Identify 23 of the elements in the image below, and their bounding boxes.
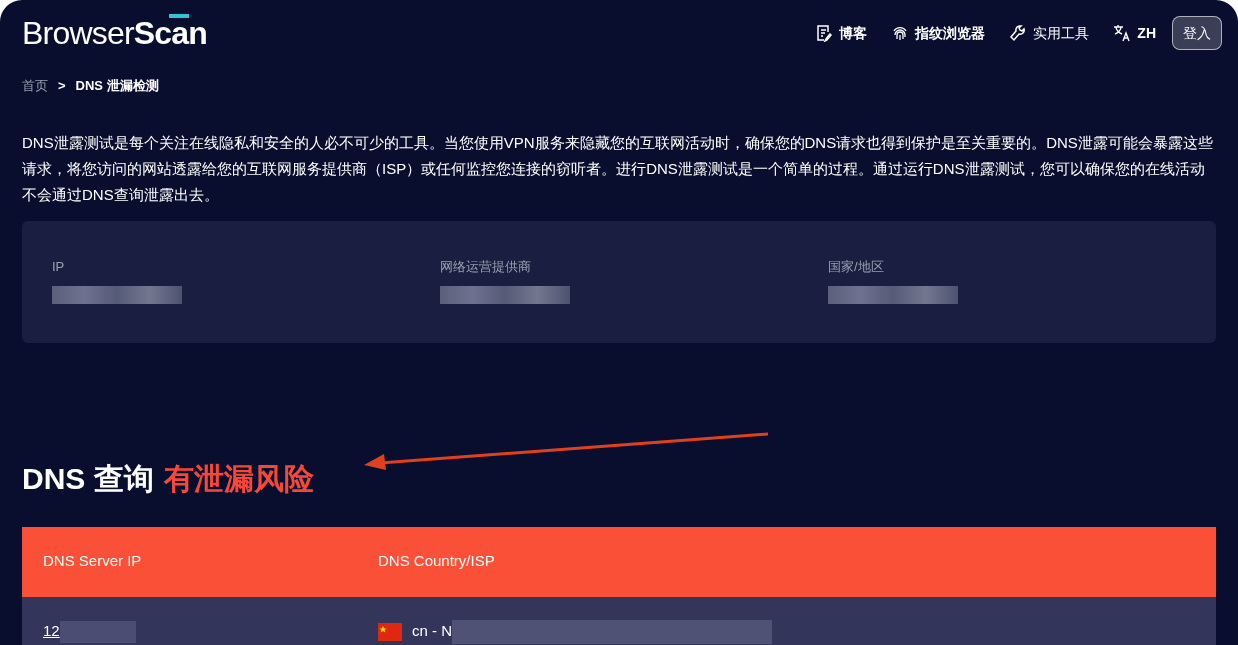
- wrench-icon: [1009, 24, 1028, 42]
- nav-link[interactable]: ZH: [1113, 22, 1156, 44]
- field-label: 网络运营提供商: [440, 257, 532, 276]
- logo[interactable]: BrowserScan: [22, 17, 208, 49]
- nav-link[interactable]: 指纹浏览器: [891, 22, 986, 44]
- field-label: IP: [52, 257, 66, 276]
- intro-paragraph: DNS泄露测试是每个关注在线隐私和安全的人必不可少的工具。当您使用VPN服务来隐藏您的互联网活动时，确保您的DNS请求也得到保护是至关重要的。DNS泄露可能会暴露这些请求，将您访问的网站透露给您的互联网服务提供商（ISP）或任何监控您连接的窃听者。进行DNS泄露测试是一个简单的过程。通过运行DNS泄露测试，您可以确保您的在线活动不会通过DNS查询泄露出去。: [21, 132, 1214, 205]
- flag-icon: [378, 622, 402, 641]
- breadcrumb-item[interactable]: 首页: [22, 76, 48, 96]
- translate-icon: [1113, 24, 1132, 42]
- field-label: 国家/地区: [828, 257, 885, 276]
- column-header: DNS Country/ISP: [378, 551, 496, 572]
- login-button[interactable]: 登入: [1172, 16, 1222, 50]
- country-isp-text: cn - N: [412, 621, 452, 642]
- breadcrumb-separator: >: [58, 77, 66, 95]
- nav-link[interactable]: 实用工具: [1009, 22, 1090, 44]
- leak-status: 有泄漏风险: [163, 460, 314, 497]
- nav-link[interactable]: 博客: [815, 22, 868, 44]
- section-title: DNS 查询: [22, 460, 154, 497]
- column-header: DNS Server IP: [43, 551, 143, 572]
- breadcrumb-item: DNS 泄漏检测: [75, 77, 159, 95]
- ip-link[interactable]: 12: [43, 620, 60, 643]
- note-icon: [815, 24, 834, 42]
